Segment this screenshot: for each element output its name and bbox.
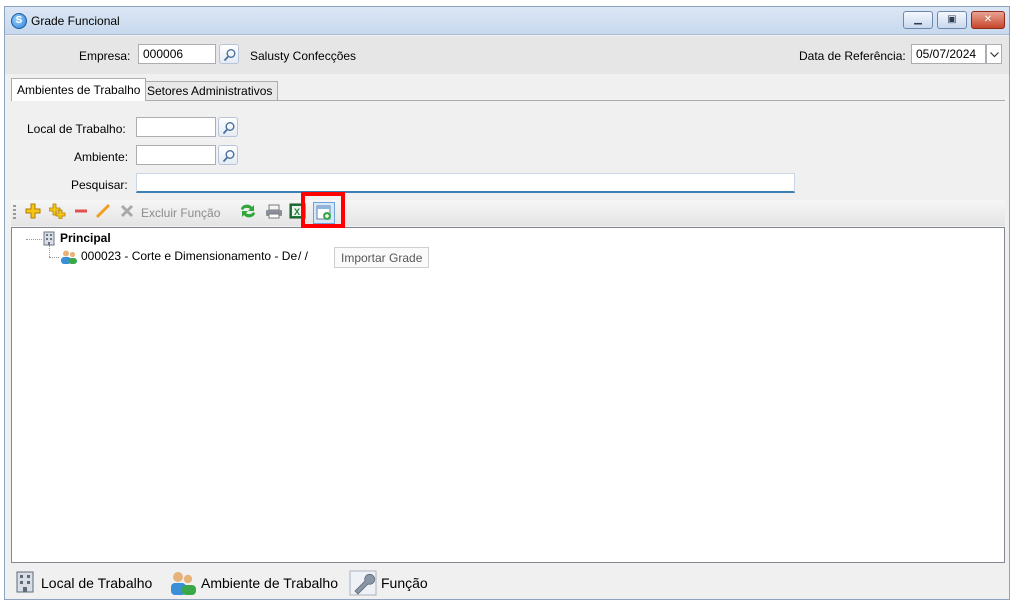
toolbar: Excluir Função X	[11, 200, 1005, 226]
tree-node-ambiente[interactable]: 000023 - Corte e Dimensionamento - De	[81, 249, 297, 263]
tree-connector	[49, 245, 50, 257]
add-icon	[25, 203, 41, 219]
local-trabalho-field[interactable]	[136, 117, 216, 137]
legend-funcao-label: Função	[381, 575, 428, 591]
svg-text:X: X	[294, 207, 300, 217]
legend-local-label: Local de Trabalho	[41, 575, 153, 591]
tab-ambientes-de-trabalho[interactable]: Ambientes de Trabalho	[11, 78, 147, 101]
toolbar-grip	[13, 205, 16, 221]
remove-icon	[75, 209, 87, 213]
wrench-icon	[349, 570, 377, 596]
empresa-search-button[interactable]	[219, 44, 239, 64]
people-icon	[171, 572, 196, 595]
print-icon	[266, 204, 282, 219]
tree-node-principal[interactable]: Principal	[60, 231, 111, 245]
magnifier-icon	[222, 150, 235, 163]
close-button[interactable]: ✕	[971, 11, 1005, 29]
edit-icon	[95, 203, 111, 219]
importar-grade-tooltip: Importar Grade	[334, 247, 430, 268]
pesquisar-input[interactable]	[136, 173, 795, 193]
excluir-funcao-button[interactable]	[119, 203, 135, 223]
empresa-name: Salusty Confecções	[250, 49, 357, 63]
tab-setores-administrativos[interactable]: Setores Administrativos	[141, 81, 279, 101]
local-trabalho-label: Local de Trabalho:	[27, 122, 126, 136]
tree-node-date: / /	[298, 249, 309, 263]
magnifier-icon	[222, 122, 235, 135]
date-dropdown-button[interactable]	[986, 44, 1002, 64]
chevron-down-icon	[990, 52, 999, 58]
legend-bar: Local de Trabalho Ambiente de Trabalho F…	[11, 567, 1005, 597]
legend-local-trabalho: Local de Trabalho	[13, 570, 152, 596]
add-child-button[interactable]	[49, 203, 67, 223]
title-bar: S Grade Funcional ▁ ▣ ✕	[5, 7, 1009, 35]
ambiente-label: Ambiente:	[74, 150, 129, 164]
app-icon: S	[11, 13, 27, 29]
header-row: Empresa: 000006 Salusty Confecções Data …	[5, 36, 1009, 74]
minimize-button[interactable]: ▁	[903, 11, 933, 29]
print-button[interactable]	[265, 203, 283, 223]
remove-button[interactable]	[73, 203, 89, 223]
legend-funcao: Função	[349, 570, 428, 596]
empresa-label: Empresa:	[79, 49, 131, 63]
magnifier-icon	[223, 49, 236, 62]
refresh-button[interactable]	[239, 203, 257, 223]
data-referencia-label: Data de Referência:	[799, 49, 906, 63]
filter-panel: Local de Trabalho: Ambiente: Pesquisar:	[11, 100, 1005, 193]
empresa-code-field[interactable]: 000006	[138, 44, 216, 64]
maximize-button[interactable]: ▣	[937, 11, 967, 29]
excluir-funcao-label: Excluir Função	[141, 206, 221, 220]
legend-ambiente-trabalho: Ambiente de Trabalho	[169, 570, 338, 596]
edit-button[interactable]	[95, 203, 111, 223]
window-title: Grade Funcional	[31, 14, 120, 28]
function-tree: Principal 000023 - Corte e Dimensionamen…	[11, 227, 1005, 563]
people-icon	[61, 250, 77, 264]
delete-icon	[121, 205, 133, 217]
ambiente-search-button[interactable]	[218, 145, 238, 165]
tree-connector	[26, 239, 42, 240]
grade-funcional-window: S Grade Funcional ▁ ▣ ✕ Empresa: 000006 …	[4, 6, 1010, 600]
ambiente-field[interactable]	[136, 145, 216, 165]
tree-connector	[49, 257, 59, 258]
add-button[interactable]	[25, 203, 41, 223]
local-search-button[interactable]	[218, 117, 238, 137]
building-icon	[16, 571, 34, 593]
highlight-box	[301, 192, 345, 228]
data-referencia-field[interactable]: 05/07/2024	[911, 44, 986, 64]
building-icon	[43, 231, 55, 246]
add-child-icon	[49, 203, 66, 219]
refresh-icon	[241, 204, 255, 218]
legend-ambiente-label: Ambiente de Trabalho	[201, 575, 338, 591]
pesquisar-label: Pesquisar:	[71, 178, 128, 192]
